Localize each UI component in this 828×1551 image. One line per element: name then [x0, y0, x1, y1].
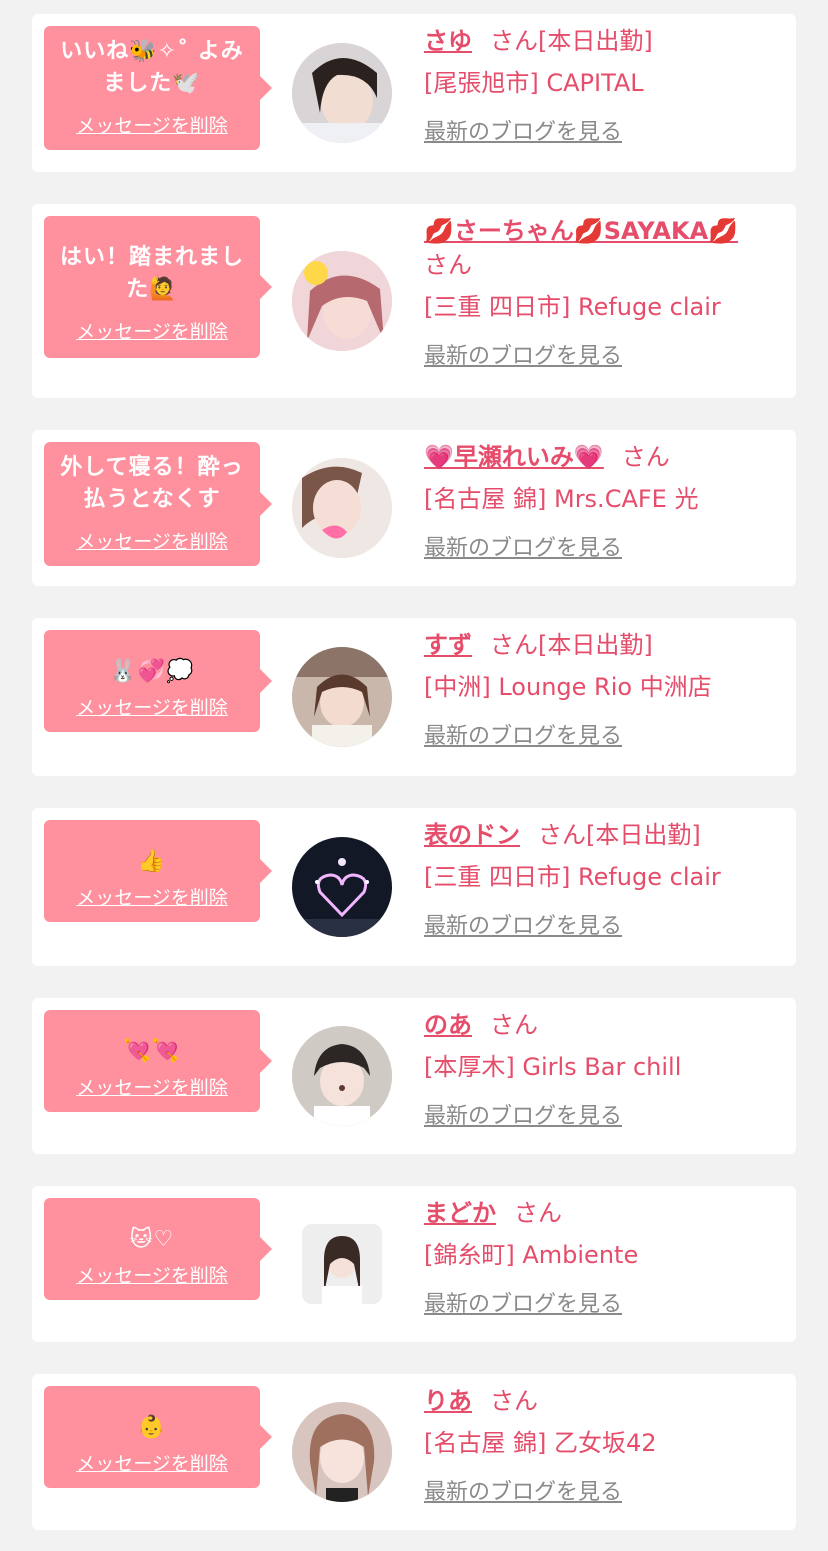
delete-message-link[interactable]: メッセージを削除	[76, 114, 228, 138]
avatar[interactable]	[292, 1402, 392, 1502]
latest-blog-link[interactable]: 最新のブログを見る	[424, 340, 622, 374]
shop-label: [名古屋 錦] Mrs.CAFE 光	[424, 485, 699, 513]
latest-blog-link[interactable]: 最新のブログを見る	[424, 1288, 622, 1322]
status-label: [本日出勤]	[538, 631, 653, 659]
shop-label: [三重 四日市] Refuge clair	[424, 863, 721, 891]
avatar[interactable]	[292, 251, 392, 351]
shop-label: [三重 四日市] Refuge clair	[424, 293, 721, 321]
message-bubble: いいね🐝✧˚ よみました🕊️ メッセージを削除	[44, 26, 272, 150]
cast-name-link[interactable]: すず	[424, 631, 472, 659]
latest-blog-link[interactable]: 最新のブログを見る	[424, 720, 622, 754]
cast-name-link[interactable]: りあ	[424, 1387, 472, 1415]
message-card: 👶 メッセージを削除 りあ さん [名古屋 錦] 乙女坂42 最新のブログを見る	[32, 1374, 796, 1530]
message-bubble: 🐰💞💭 メッセージを削除	[44, 630, 272, 732]
honorific: さん	[514, 1199, 562, 1227]
message-text: 👶	[137, 1415, 167, 1440]
delete-message-link[interactable]: メッセージを削除	[76, 1264, 228, 1288]
honorific: さん	[490, 631, 538, 659]
latest-blog-link[interactable]: 最新のブログを見る	[424, 116, 622, 150]
cast-name-link[interactable]: さゆ	[424, 27, 472, 55]
message-text: 👍	[137, 849, 167, 874]
message-bubble: 💘💘 メッセージを削除	[44, 1010, 272, 1112]
avatar[interactable]	[292, 837, 392, 937]
message-bubble: 🐱♡ メッセージを削除	[44, 1198, 272, 1300]
message-text: はい！踏まれました🙋	[59, 245, 244, 302]
shop-label: [名古屋 錦] 乙女坂42	[424, 1429, 657, 1457]
delete-message-link[interactable]: メッセージを削除	[76, 1076, 228, 1100]
avatar[interactable]	[292, 458, 392, 558]
message-text: 💘💘	[123, 1039, 181, 1064]
honorific: さん	[490, 1011, 538, 1039]
honorific: さん	[490, 1387, 538, 1415]
delete-message-link[interactable]: メッセージを削除	[76, 320, 228, 344]
profile-info: りあ さん [名古屋 錦] 乙女坂42 最新のブログを見る	[424, 1384, 780, 1510]
latest-blog-link[interactable]: 最新のブログを見る	[424, 910, 622, 944]
delete-message-link[interactable]: メッセージを削除	[76, 886, 228, 910]
message-text: 🐰💞💭	[109, 659, 195, 684]
honorific: さん	[424, 251, 472, 279]
shop-label: [錦糸町] Ambiente	[424, 1241, 639, 1269]
delete-message-link[interactable]: メッセージを削除	[76, 696, 228, 720]
profile-info: 表のドン さん[本日出勤] [三重 四日市] Refuge clair 最新のブロ…	[424, 818, 780, 944]
cast-name-link[interactable]: まどか	[424, 1199, 496, 1227]
latest-blog-link[interactable]: 最新のブログを見る	[424, 532, 622, 566]
latest-blog-link[interactable]: 最新のブログを見る	[424, 1100, 622, 1134]
delete-message-link[interactable]: メッセージを削除	[76, 530, 228, 554]
status-label: [本日出勤]	[538, 27, 653, 55]
shop-label: [中洲] Lounge Rio 中洲店	[424, 673, 712, 701]
shop-label: [尾張旭市] CAPITAL	[424, 69, 644, 97]
honorific: さん	[538, 821, 586, 849]
message-bubble: 外して寝る！酔っ払うとなくす メッセージを削除	[44, 442, 272, 566]
profile-info: 💗早瀬れいみ💗 さん [名古屋 錦] Mrs.CAFE 光 最新のブログを見る	[424, 440, 780, 566]
cast-name-link[interactable]: のあ	[424, 1011, 472, 1039]
message-bubble: はい！踏まれました🙋 メッセージを削除	[44, 216, 272, 358]
status-label: [本日出勤]	[586, 821, 701, 849]
profile-info: すず さん[本日出勤] [中洲] Lounge Rio 中洲店 最新のブログを見る	[424, 628, 780, 754]
avatar[interactable]	[292, 647, 392, 747]
honorific: さん	[621, 443, 670, 471]
delete-message-link[interactable]: メッセージを削除	[76, 1452, 228, 1476]
cast-name-link[interactable]: 💗早瀬れいみ💗	[424, 443, 604, 471]
shop-label: [本厚木] Girls Bar chill	[424, 1053, 682, 1081]
message-text: いいね🐝✧˚ よみました🕊️	[60, 39, 244, 96]
message-card: 🐱♡ メッセージを削除 まどか さん [錦糸町] Ambiente 最新のブログを…	[32, 1186, 796, 1342]
message-card: 💘💘 メッセージを削除 のあ さん [本厚木] Girls Bar chill 最…	[32, 998, 796, 1154]
profile-info: 💋さーちゃん💋SAYAKA💋 さん [三重 四日市] Refuge clair 最…	[424, 214, 780, 374]
message-bubble: 👍 メッセージを削除	[44, 820, 272, 922]
avatar[interactable]	[292, 43, 392, 143]
honorific: さん	[490, 27, 538, 55]
profile-info: のあ さん [本厚木] Girls Bar chill 最新のブログを見る	[424, 1008, 780, 1134]
cast-name-link[interactable]: 表のドン	[424, 821, 520, 849]
message-text: 外して寝る！酔っ払うとなくす	[60, 455, 244, 512]
message-text: 🐱♡	[129, 1227, 175, 1252]
message-card: 🐰💞💭 メッセージを削除 すず さん[本日出勤] [中洲] Lounge Rio …	[32, 618, 796, 776]
message-bubble: 👶 メッセージを削除	[44, 1386, 272, 1488]
cast-name-link[interactable]: 💋さーちゃん💋SAYAKA💋	[424, 217, 738, 245]
profile-info: まどか さん [錦糸町] Ambiente 最新のブログを見る	[424, 1196, 780, 1322]
avatar[interactable]	[302, 1224, 382, 1304]
latest-blog-link[interactable]: 最新のブログを見る	[424, 1476, 622, 1510]
message-card: はい！踏まれました🙋 メッセージを削除 💋さーちゃん💋SAYAKA💋 さん [三重…	[32, 204, 796, 398]
avatar[interactable]	[292, 1026, 392, 1126]
message-card: 👍 メッセージを削除 表のドン さん[本日出勤] [三重 四日市] Refuge …	[32, 808, 796, 966]
profile-info: さゆ さん[本日出勤] [尾張旭市] CAPITAL 最新のブログを見る	[424, 24, 780, 150]
message-card: 外して寝る！酔っ払うとなくす メッセージを削除 💗早瀬れいみ💗 さん [名古屋 錦…	[32, 430, 796, 586]
message-card: いいね🐝✧˚ よみました🕊️ メッセージを削除 さゆ さん[本日出勤] [尾張旭市…	[32, 14, 796, 172]
